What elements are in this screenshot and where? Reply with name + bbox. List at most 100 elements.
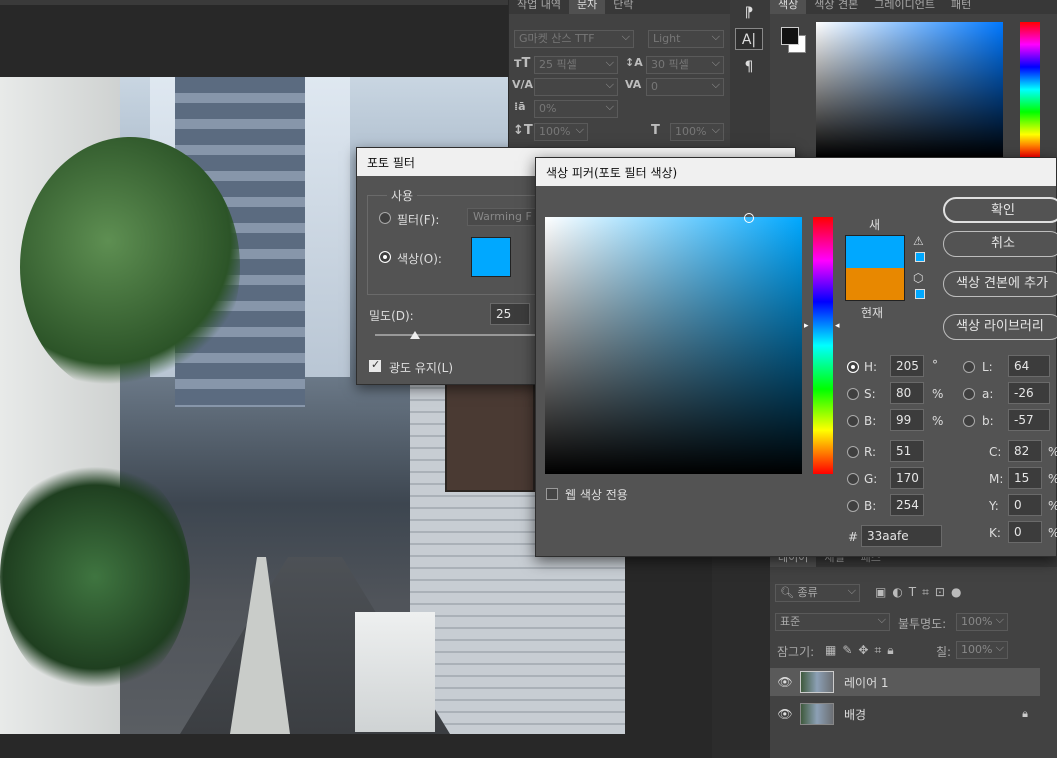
brightness-radio[interactable] <box>847 415 859 427</box>
current-color-swatch[interactable] <box>845 268 905 301</box>
blue-input[interactable]: 254 <box>890 494 924 516</box>
layer-row[interactable]: 👁︎ 배경 🔒︎ <box>770 700 1040 728</box>
tab-patterns[interactable]: 패턴 <box>943 0 979 14</box>
preserve-luminosity-label: 광도 유지(L) <box>389 361 454 375</box>
web-colors-only-checkbox[interactable] <box>546 488 558 500</box>
lab-a-radio[interactable] <box>963 388 975 400</box>
web-safe-cube-icon[interactable]: ⬡ <box>913 271 923 285</box>
saturation-radio[interactable] <box>847 388 859 400</box>
lock-icon: 🔒︎ <box>1022 707 1028 720</box>
layer-filter-select[interactable]: 🔍︎ 종류 <box>775 583 860 602</box>
hue-slider[interactable] <box>813 217 833 474</box>
magenta-unit: % <box>1048 472 1057 486</box>
lock-icons[interactable]: ▦✎✥⌗🔒︎ <box>825 643 900 658</box>
tab-paragraph[interactable]: 단락 <box>605 0 641 14</box>
hue-radio[interactable] <box>847 361 859 373</box>
character-panel-tabs: 작업 내역 문자 단락 <box>509 0 730 14</box>
green-label: G: <box>864 472 878 486</box>
lab-l-label: L: <box>982 360 993 374</box>
ok-button[interactable]: 확인 <box>943 197 1057 223</box>
red-input[interactable]: 51 <box>890 440 924 462</box>
tab-gradients[interactable]: 그레이디언트 <box>866 0 943 14</box>
saturation-input[interactable]: 80 <box>890 382 924 404</box>
saturation-brightness-field[interactable] <box>545 217 802 474</box>
filter-label: 필터(F): <box>397 213 440 227</box>
eye-icon[interactable]: 👁︎ <box>770 675 800 689</box>
opacity-input[interactable]: 100% <box>956 612 1008 631</box>
layer-filter-icons[interactable]: ▣◐T⌗⊡● <box>875 585 967 600</box>
gamut-swatch[interactable] <box>915 252 925 262</box>
density-slider-thumb[interactable] <box>410 331 420 339</box>
paragraph-styles-icon[interactable]: ⁋ <box>735 2 763 24</box>
lab-b-radio[interactable] <box>963 415 975 427</box>
font-family-select[interactable]: G마켓 산스 TTF <box>514 29 634 48</box>
green-radio[interactable] <box>847 473 859 485</box>
tab-swatches[interactable]: 색상 견본 <box>806 0 866 14</box>
preserve-luminosity-checkbox[interactable] <box>369 358 381 372</box>
cancel-button[interactable]: 취소 <box>943 231 1057 257</box>
black-input[interactable]: 0 <box>1008 521 1042 543</box>
tab-history[interactable]: 작업 내역 <box>509 0 569 14</box>
tab-color[interactable]: 색상 <box>770 0 807 14</box>
lab-a-input[interactable]: -26 <box>1008 382 1050 404</box>
layer-name[interactable]: 레이어 1 <box>844 674 889 691</box>
vertical-scale-input[interactable]: 100% <box>534 122 588 141</box>
hex-input[interactable]: 33aafe <box>861 525 942 547</box>
hue-label: H: <box>864 360 878 374</box>
density-slider-track[interactable] <box>375 334 535 336</box>
horizontal-scale-input[interactable]: 100% <box>670 122 724 141</box>
brightness-label: B: <box>864 414 877 428</box>
layer-thumbnail <box>800 703 834 725</box>
web-colors-only-label: 웹 색상 전용 <box>565 488 628 502</box>
font-style-select[interactable]: Light <box>648 29 724 48</box>
magenta-input[interactable]: 15 <box>1008 467 1042 489</box>
photo-steps <box>355 612 435 732</box>
layer-thumbnail <box>800 671 834 693</box>
tsume-select[interactable]: 0% <box>534 99 618 118</box>
eye-icon[interactable]: 👁︎ <box>770 707 800 721</box>
layer-filter-search-icon: 🔍︎ <box>780 586 798 599</box>
yellow-label: Y: <box>989 499 999 513</box>
color-label: 색상(O): <box>397 252 442 266</box>
hue-input[interactable]: 205 <box>890 355 924 377</box>
blue-radio[interactable] <box>847 500 859 512</box>
character-icon[interactable]: A| <box>735 28 763 50</box>
filter-radio[interactable] <box>379 212 391 224</box>
red-radio[interactable] <box>847 446 859 458</box>
layer-row[interactable]: 👁︎ 레이어 1 <box>770 668 1040 696</box>
cyan-input[interactable]: 82 <box>1008 440 1042 462</box>
lab-l-input[interactable]: 64 <box>1008 355 1050 377</box>
lab-l-radio[interactable] <box>963 361 975 373</box>
fill-input[interactable]: 100% <box>956 640 1008 659</box>
color-panel-field[interactable] <box>816 22 1003 157</box>
hue-slider-right-arrow[interactable]: ◂ <box>835 321 840 331</box>
color-panel-hue-bar[interactable] <box>1020 22 1040 157</box>
cyan-unit: % <box>1048 445 1057 459</box>
gamut-warning-icon[interactable]: ⚠ <box>913 234 924 248</box>
color-libraries-button[interactable]: 색상 라이브러리 <box>943 314 1057 340</box>
brightness-input[interactable]: 99 <box>890 409 924 431</box>
web-safe-swatch[interactable] <box>915 289 925 299</box>
leading-select[interactable]: 30 픽셀 <box>646 55 724 74</box>
font-size-select[interactable]: 25 픽셀 <box>534 55 618 74</box>
tracking-icon: VA <box>625 78 642 91</box>
layer-name[interactable]: 배경 <box>844 706 1022 723</box>
yellow-input[interactable]: 0 <box>1008 494 1042 516</box>
field-cursor[interactable] <box>744 213 754 223</box>
use-group-label: 사용 <box>387 187 418 204</box>
blend-mode-select[interactable]: 표준 <box>775 612 890 631</box>
density-input[interactable]: 25 <box>490 303 530 325</box>
paragraph-icon[interactable]: ¶ <box>735 56 763 78</box>
photo-tree <box>20 137 240 397</box>
kerning-select[interactable] <box>534 77 618 96</box>
green-input[interactable]: 170 <box>890 467 924 489</box>
lab-b-input[interactable]: -57 <box>1008 409 1050 431</box>
foreground-color-swatch[interactable] <box>781 27 799 45</box>
tab-character[interactable]: 문자 <box>568 0 606 14</box>
hue-slider-left-arrow[interactable]: ▸ <box>804 321 809 331</box>
filter-color-swatch[interactable] <box>471 237 511 277</box>
color-radio[interactable] <box>379 251 391 263</box>
tracking-select[interactable]: 0 <box>646 77 724 96</box>
add-to-swatches-button[interactable]: 색상 견본에 추가 <box>943 271 1057 297</box>
color-picker-title: 색상 피커(포토 필터 색상) <box>536 158 1056 186</box>
